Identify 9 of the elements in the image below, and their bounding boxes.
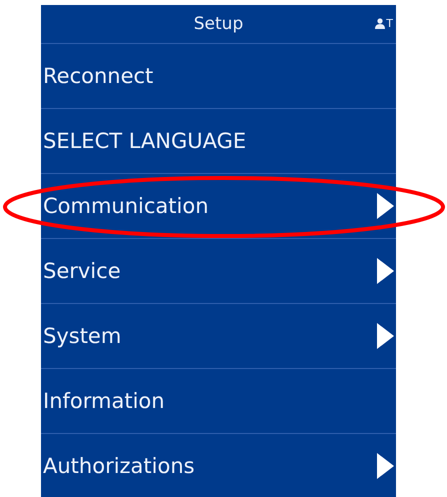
menu-item[interactable]: Authorizations [41,434,396,497]
menu-item[interactable]: SELECT LANGUAGE [41,109,396,174]
menu-item[interactable]: System [41,304,396,369]
menu-item[interactable]: Service [41,239,396,304]
menu-item[interactable]: Information [41,369,396,434]
menu-item[interactable]: Reconnect [41,44,396,109]
screen-title: Setup [194,14,244,34]
user-icon [375,18,386,29]
user-level: T [386,17,393,30]
